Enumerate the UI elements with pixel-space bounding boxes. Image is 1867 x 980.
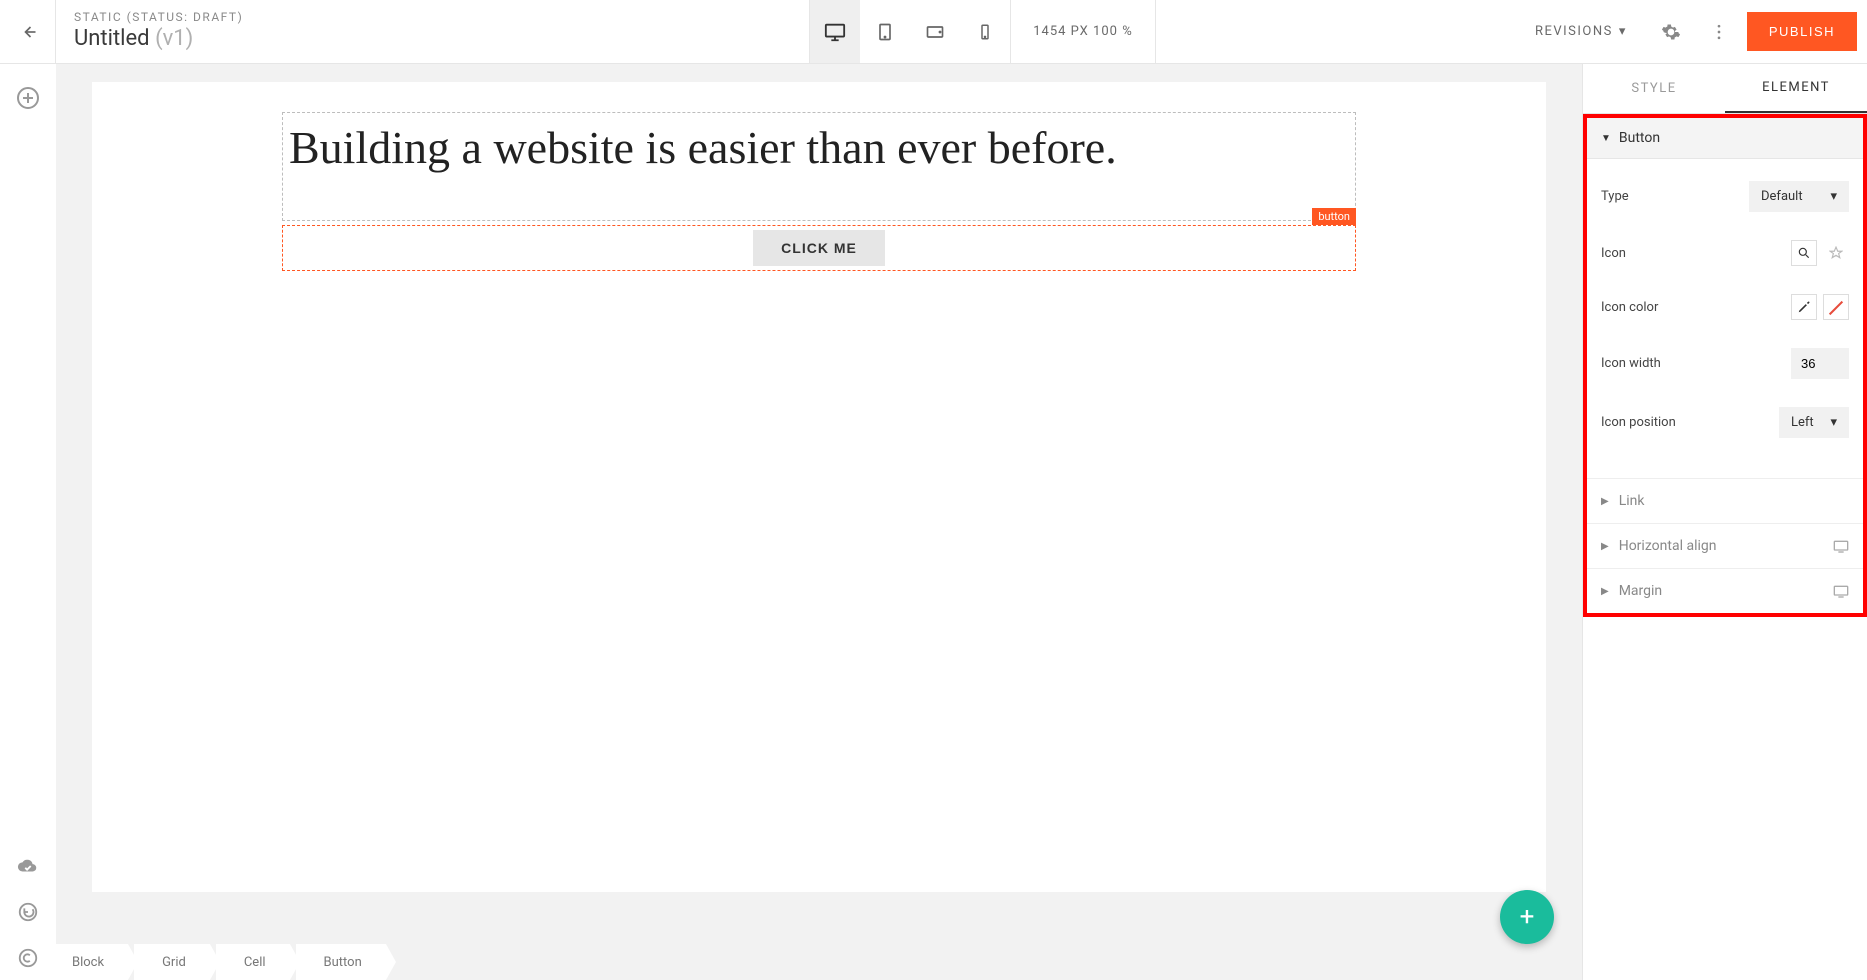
section-margin-title: Margin: [1619, 583, 1662, 599]
tab-element[interactable]: ELEMENT: [1725, 64, 1867, 113]
crumb-block[interactable]: Block: [56, 944, 128, 980]
panel-tabs: STYLE ELEMENT: [1583, 64, 1867, 114]
breadcrumb-bar: Block Grid Cell Button: [56, 944, 1582, 980]
heading-text[interactable]: Building a website is easier than ever b…: [289, 121, 1349, 174]
add-block-button[interactable]: [12, 82, 44, 114]
button-block-selected[interactable]: button CLICK ME: [282, 225, 1356, 271]
heading-block[interactable]: Building a website is easier than ever b…: [282, 112, 1356, 221]
inspector-panel: STYLE ELEMENT ▼ Button Type Default ▾ Ic…: [1582, 64, 1867, 980]
device-switcher: [809, 0, 1010, 63]
back-button[interactable]: [0, 0, 56, 63]
section-margin-header[interactable]: ▶ Margin: [1587, 568, 1863, 613]
responsive-icon: [1833, 539, 1849, 553]
page-title-text: Untitled: [74, 26, 150, 51]
caret-right-icon: ▶: [1601, 586, 1609, 597]
viewport-info[interactable]: 1454 PX 100 %: [1010, 0, 1156, 63]
highlighted-inspector-region: ▼ Button Type Default ▾ Icon: [1583, 114, 1867, 617]
caret-down-icon: ▼: [1601, 133, 1611, 144]
caret-right-icon: ▶: [1601, 541, 1609, 552]
left-rail: [0, 64, 56, 980]
icon-width-label: Icon width: [1601, 356, 1661, 371]
crumb-grid[interactable]: Grid: [134, 944, 210, 980]
undo-button[interactable]: [12, 896, 44, 928]
title-area: STATIC (STATUS: DRAFT) Untitled (v1): [56, 0, 456, 63]
section-button-title: Button: [1619, 130, 1660, 146]
copyright-icon[interactable]: [12, 942, 44, 974]
responsive-icon: [1833, 584, 1849, 598]
chevron-down-icon: ▾: [1830, 189, 1837, 204]
crumb-button[interactable]: Button: [296, 944, 386, 980]
icon-color-clear[interactable]: [1823, 294, 1849, 320]
publish-button[interactable]: PUBLISH: [1747, 12, 1857, 51]
icon-position-select[interactable]: Left ▾: [1779, 407, 1849, 438]
section-halign-title: Horizontal align: [1619, 538, 1717, 554]
type-select[interactable]: Default ▾: [1749, 181, 1849, 212]
caret-right-icon: ▶: [1601, 496, 1609, 507]
chevron-down-icon: ▾: [1830, 415, 1837, 430]
device-desktop[interactable]: [810, 0, 860, 63]
device-tablet-landscape[interactable]: [910, 0, 960, 63]
page-title: Untitled (v1): [74, 26, 438, 51]
icon-position-label: Icon position: [1601, 415, 1676, 430]
fab-add-button[interactable]: +: [1500, 890, 1554, 944]
type-label: Type: [1601, 189, 1629, 204]
revisions-label: REVISIONS: [1535, 24, 1613, 39]
section-halign-header[interactable]: ▶ Horizontal align: [1587, 523, 1863, 568]
icon-picker-button[interactable]: [1791, 240, 1817, 266]
device-phone[interactable]: [960, 0, 1010, 63]
canvas[interactable]: Building a website is easier than ever b…: [92, 82, 1546, 892]
icon-width-input[interactable]: [1791, 348, 1849, 379]
cloud-status-icon[interactable]: [12, 850, 44, 882]
icon-label: Icon: [1601, 246, 1626, 261]
section-link-header[interactable]: ▶ Link: [1587, 478, 1863, 523]
settings-button[interactable]: [1651, 12, 1691, 52]
type-value: Default: [1761, 189, 1803, 204]
icon-favorite-button[interactable]: [1823, 240, 1849, 266]
icon-position-value: Left: [1791, 415, 1814, 430]
section-link-title: Link: [1619, 493, 1645, 509]
more-menu-button[interactable]: [1699, 12, 1739, 52]
crumb-cell[interactable]: Cell: [216, 944, 290, 980]
tab-style[interactable]: STYLE: [1583, 64, 1725, 113]
section-button-header[interactable]: ▼ Button: [1587, 118, 1863, 159]
icon-color-label: Icon color: [1601, 300, 1658, 315]
page-version: (v1): [155, 26, 193, 51]
top-bar: STATIC (STATUS: DRAFT) Untitled (v1) 145…: [0, 0, 1867, 64]
page-status: STATIC (STATUS: DRAFT): [74, 10, 438, 24]
plus-icon: +: [1520, 902, 1535, 932]
selection-tag: button: [1312, 208, 1356, 225]
stage: Building a website is easier than ever b…: [56, 64, 1582, 980]
icon-color-picker[interactable]: [1791, 294, 1817, 320]
revisions-dropdown[interactable]: REVISIONS ▾: [1519, 24, 1643, 39]
canvas-button[interactable]: CLICK ME: [753, 230, 885, 266]
chevron-down-icon: ▾: [1619, 24, 1627, 39]
device-tablet-portrait[interactable]: [860, 0, 910, 63]
